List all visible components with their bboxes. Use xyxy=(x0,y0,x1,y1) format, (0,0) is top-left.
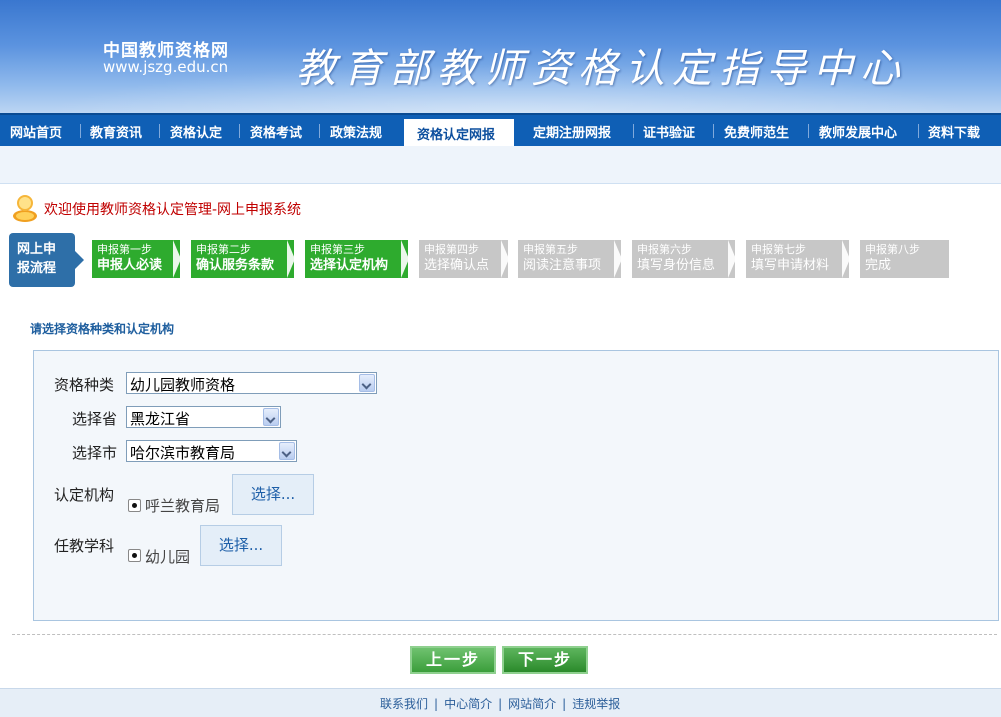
nav-item-free-normal[interactable]: 免费师范生 xyxy=(724,122,789,141)
flow-label: 网上申 报流程 xyxy=(9,233,84,287)
subject-radio[interactable] xyxy=(128,549,141,562)
chevron-down-icon[interactable] xyxy=(263,408,279,426)
step-name: 填写身份信息 xyxy=(637,258,716,273)
step-3: 申报第三步 选择认定机构 xyxy=(305,240,409,278)
flow-label-line: 网上申 xyxy=(17,242,57,257)
footer-separator: | xyxy=(434,697,439,711)
province-value: 黑龙江省 xyxy=(130,410,191,428)
step-name: 选择确认点 xyxy=(424,258,490,273)
step-5: 申报第五步 阅读注意事项 xyxy=(518,240,622,278)
institution-value: 呼兰教育局 xyxy=(145,497,221,515)
nav-item-downloads[interactable]: 资料下载 xyxy=(928,122,980,141)
step-number: 申报第一步 xyxy=(97,243,152,256)
nav-separator xyxy=(713,124,714,138)
institution-radio[interactable] xyxy=(128,499,141,512)
nav-item-verify[interactable]: 证书验证 xyxy=(643,122,695,141)
step-number: 申报第三步 xyxy=(310,243,365,256)
step-arrow-icon xyxy=(287,240,295,278)
province-select[interactable]: 黑龙江省 xyxy=(126,406,281,428)
step-2: 申报第二步 确认服务条款 xyxy=(191,240,295,278)
footer-links: 联系我们 | 中心简介 | 网站简介 | 违规举报 xyxy=(380,695,620,712)
nav-separator xyxy=(808,124,809,138)
step-name: 完成 xyxy=(865,258,892,273)
nav-separator xyxy=(239,124,240,138)
step-name: 申报人必读 xyxy=(97,258,163,273)
site-url: www.jszg.edu.cn xyxy=(103,58,229,76)
step-name: 确认服务条款 xyxy=(196,258,275,273)
nav-separator xyxy=(633,124,634,138)
nav-item-news[interactable]: 教育资讯 xyxy=(90,122,142,141)
step-arrow-icon xyxy=(173,240,181,278)
step-6: 申报第六步 填写身份信息 xyxy=(632,240,736,278)
nav-separator xyxy=(918,124,919,138)
select-institution-button[interactable]: 选择... xyxy=(232,474,314,515)
footer-link-contact[interactable]: 联系我们 xyxy=(380,697,428,711)
welcome-message: 欢迎使用教师资格认定管理-网上申报系统 xyxy=(44,202,302,218)
city-select[interactable]: 哈尔滨市教育局 xyxy=(126,440,297,462)
next-step-button[interactable]: 下一步 xyxy=(502,646,588,674)
subject-label: 任教学科 xyxy=(54,537,115,555)
step-arrow-icon xyxy=(501,240,509,278)
header-banner: 中国教师资格网 www.jszg.edu.cn 教育部教师资格认定指导中心 xyxy=(0,0,1001,113)
step-number: 申报第二步 xyxy=(196,243,251,256)
chevron-down-icon[interactable] xyxy=(359,374,375,392)
subject-value: 幼儿园 xyxy=(145,548,191,566)
qualification-select[interactable]: 幼儿园教师资格 xyxy=(126,372,377,394)
step-number: 申报第七步 xyxy=(751,243,806,256)
previous-step-button[interactable]: 上一步 xyxy=(410,646,496,674)
step-8: 申报第八步 完成 xyxy=(860,240,949,278)
step-arrow-icon xyxy=(728,240,736,278)
step-number: 申报第八步 xyxy=(865,243,920,256)
step-name: 阅读注意事项 xyxy=(523,258,602,273)
nav-separator xyxy=(159,124,160,138)
nav-item-online-application[interactable]: 资格认定网报 xyxy=(404,119,514,148)
step-arrow-icon xyxy=(401,240,409,278)
sub-bar xyxy=(0,146,1001,184)
nav-item-home[interactable]: 网站首页 xyxy=(10,122,62,141)
step-4: 申报第四步 选择确认点 xyxy=(419,240,509,278)
chevron-down-icon[interactable] xyxy=(279,442,295,460)
step-number: 申报第六步 xyxy=(637,243,692,256)
page: 中国教师资格网 www.jszg.edu.cn 教育部教师资格认定指导中心 网站… xyxy=(0,0,1001,717)
nav-item-exam[interactable]: 资格考试 xyxy=(250,122,302,141)
footer-link-about-center[interactable]: 中心简介 xyxy=(444,697,492,711)
step-number: 申报第五步 xyxy=(523,243,578,256)
nav-item-policy[interactable]: 政策法规 xyxy=(330,122,382,141)
step-1: 申报第一步 申报人必读 xyxy=(92,240,181,278)
step-7: 申报第七步 填写申请材料 xyxy=(746,240,850,278)
select-subject-button[interactable]: 选择... xyxy=(200,525,282,566)
nav-item-label: 资格认定网报 xyxy=(417,128,496,143)
nav-item-registration[interactable]: 定期注册网报 xyxy=(533,122,611,141)
footer-separator: | xyxy=(562,697,567,711)
nav-item-certification[interactable]: 资格认定 xyxy=(170,122,222,141)
province-label: 选择省 xyxy=(72,410,118,428)
qualification-value: 幼儿园教师资格 xyxy=(130,376,236,394)
section-title: 请选择资格种类和认定机构 xyxy=(30,322,175,336)
footer-link-about-site[interactable]: 网站简介 xyxy=(508,697,556,711)
nav-separator xyxy=(80,124,81,138)
step-name: 选择认定机构 xyxy=(310,258,389,273)
nav-item-development[interactable]: 教师发展中心 xyxy=(819,122,897,141)
step-name: 填写申请材料 xyxy=(751,258,830,273)
step-arrow-icon xyxy=(614,240,622,278)
user-icon xyxy=(13,195,37,222)
footer-link-report[interactable]: 违规举报 xyxy=(572,697,620,711)
main-nav: 网站首页 教育资讯 资格认定 资格考试 政策法规 资格认定网报 定期注册网报 证… xyxy=(0,113,1001,148)
banner-title: 教育部教师资格认定指导中心 xyxy=(296,46,907,92)
city-label: 选择市 xyxy=(72,444,118,462)
city-value: 哈尔滨市教育局 xyxy=(130,444,236,462)
qualification-label: 资格种类 xyxy=(54,376,115,394)
divider xyxy=(12,634,997,635)
step-number: 申报第四步 xyxy=(424,243,479,256)
flow-label-line: 报流程 xyxy=(17,261,57,276)
nav-separator xyxy=(319,124,320,138)
step-arrow-icon xyxy=(842,240,850,278)
institution-label: 认定机构 xyxy=(54,486,115,504)
footer-separator: | xyxy=(498,697,503,711)
